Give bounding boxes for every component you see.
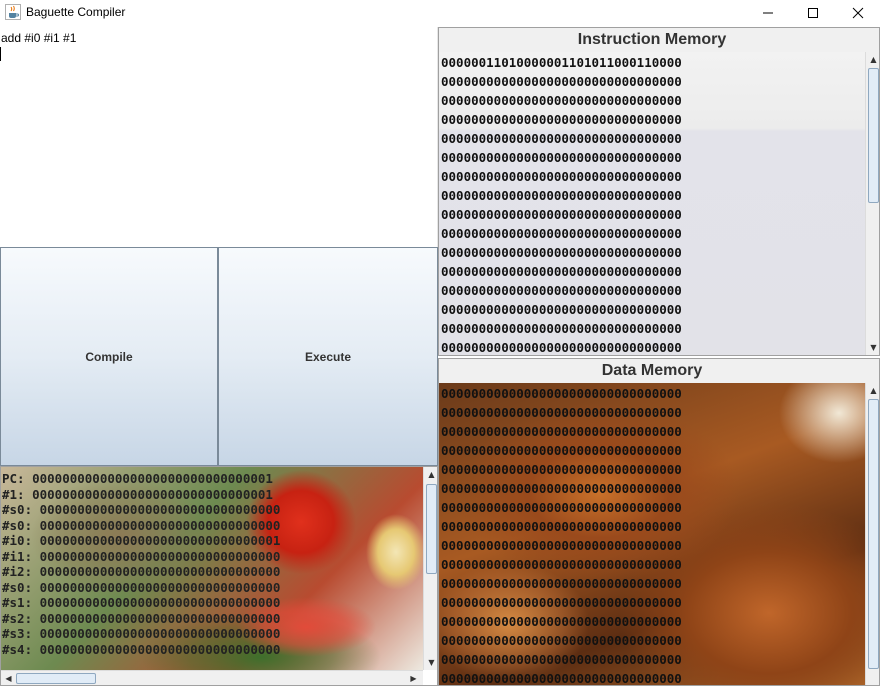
register-line: #1: 00000000000000000000000000000001 (2, 486, 273, 502)
compile-button-label: Compile (85, 349, 133, 364)
instruction-word: 00000000000000000000000000000000 (441, 112, 682, 127)
data-word: 00000000000000000000000000000000 (441, 424, 682, 439)
registers-list: PC: 00000000000000000000000000000001 #1: … (2, 471, 280, 657)
register-line: #s1: 00000000000000000000000000000000 (2, 595, 281, 610)
instruction-memory-view: 00000011010000001101011000110000 00000000… (439, 52, 865, 355)
minimize-icon (763, 12, 773, 13)
data-word: 00000000000000000000000000000000 (441, 633, 682, 648)
source-editor[interactable]: add #i0 #i1 #1 (0, 27, 438, 247)
scroll-down-icon[interactable]: ▼ (424, 655, 437, 670)
data-word: 00000000000000000000000000000000 (441, 462, 682, 477)
register-line: #s0: 00000000000000000000000000000000 (2, 579, 281, 595)
execute-button-label: Execute (304, 349, 352, 364)
register-line: #i2: 00000000000000000000000000000000 (2, 564, 281, 579)
data-word: 00000000000000000000000000000000 (441, 500, 682, 515)
window-title: Baguette Compiler (26, 5, 126, 19)
instruction-word: 00000000000000000000000000000000 (441, 340, 682, 355)
instruction-word: 00000000000000000000000000000000 (441, 264, 682, 279)
register-line: PC: 00000000000000000000000000000001 (2, 471, 273, 486)
data-memory-scroll-thumb[interactable] (868, 399, 879, 669)
register-line: #s0: 00000000000000000000000000000000 (2, 502, 281, 517)
data-word: 00000000000000000000000000000000 (441, 671, 682, 686)
instruction-word: 00000000000000000000000000000000 (441, 302, 682, 317)
registers-panel: PC: 00000000000000000000000000000001 #1: … (0, 466, 438, 686)
data-memory-scrollbar[interactable]: ▲ (865, 383, 879, 685)
compile-button[interactable]: Compile (0, 247, 218, 466)
instruction-word: 00000000000000000000000000000000 (441, 188, 682, 203)
close-icon (852, 7, 864, 18)
scroll-up-icon[interactable]: ▲ (866, 52, 879, 67)
scroll-right-icon[interactable]: ▶ (406, 671, 421, 685)
data-word: 00000000000000000000000000000000 (441, 405, 682, 420)
registers-vertical-scrollbar[interactable]: ▲ ▼ (423, 467, 437, 670)
registers-horizontal-scrollbar[interactable]: ◀ ▶ (1, 670, 423, 685)
register-line: #s4: 00000000000000000000000000000000 (2, 641, 281, 657)
maximize-button[interactable] (790, 0, 836, 25)
data-word: 00000000000000000000000000000000 (441, 386, 682, 401)
instruction-memory-scrollbar[interactable]: ▲ ▼ (865, 52, 879, 355)
data-word: 00000000000000000000000000000000 (441, 652, 682, 667)
register-line: #s0: 00000000000000000000000000000000 (2, 517, 281, 533)
close-button[interactable] (835, 0, 881, 25)
data-memory-panel: Data Memory 0000000000000000000000000000… (438, 358, 880, 686)
register-line: #s2: 00000000000000000000000000000000 (2, 610, 281, 626)
instruction-word: 00000000000000000000000000000000 (441, 131, 682, 146)
instruction-word: 00000000000000000000000000000000 (441, 93, 682, 108)
register-line: #i0: 00000000000000000000000000000001 (2, 533, 281, 548)
data-word: 00000000000000000000000000000000 (441, 519, 682, 534)
data-memory-words: 00000000000000000000000000000000 00000000… (441, 384, 682, 686)
minimize-button[interactable] (745, 0, 791, 25)
data-word: 00000000000000000000000000000000 (441, 576, 682, 591)
instruction-word: 00000000000000000000000000000000 (441, 207, 682, 222)
scroll-up-icon[interactable]: ▲ (424, 467, 437, 482)
instruction-memory-title: Instruction Memory (577, 31, 727, 48)
instruction-word: 00000000000000000000000000000000 (441, 169, 682, 184)
instruction-word: 00000000000000000000000000000000 (441, 245, 682, 260)
java-coffee-icon (5, 4, 21, 20)
instruction-word: 00000000000000000000000000000000 (441, 321, 682, 336)
register-line: #s3: 00000000000000000000000000000000 (2, 626, 281, 641)
instruction-memory-words: 00000011010000001101011000110000 00000000… (441, 53, 682, 355)
registers-vscroll-thumb[interactable] (426, 484, 437, 574)
register-line: #i1: 00000000000000000000000000000000 (2, 548, 281, 564)
instruction-memory-scroll-thumb[interactable] (868, 68, 879, 203)
data-word: 00000000000000000000000000000000 (441, 481, 682, 496)
scroll-up-icon[interactable]: ▲ (866, 383, 879, 398)
instruction-word: 00000000000000000000000000000000 (441, 226, 682, 241)
data-word: 00000000000000000000000000000000 (441, 614, 682, 629)
instruction-word: 00000000000000000000000000000000 (441, 74, 682, 89)
data-word: 00000000000000000000000000000000 (441, 538, 682, 553)
data-word: 00000000000000000000000000000000 (441, 595, 682, 610)
text-caret (0, 47, 1, 61)
registers-hscroll-thumb[interactable] (16, 673, 96, 684)
data-word: 00000000000000000000000000000000 (441, 443, 682, 458)
instruction-word: 00000000000000000000000000000000 (441, 283, 682, 298)
execute-button[interactable]: Execute (218, 247, 438, 466)
data-word: 00000000000000000000000000000000 (441, 557, 682, 572)
scroll-down-icon[interactable]: ▼ (866, 340, 879, 355)
maximize-icon (808, 7, 818, 18)
source-code: add #i0 #i1 #1 (1, 31, 77, 45)
data-memory-view: 00000000000000000000000000000000 00000000… (439, 383, 865, 686)
instruction-word: 00000000000000000000000000000000 (441, 150, 682, 165)
instruction-memory-panel: Instruction Memory 000000110100000011010… (438, 27, 880, 356)
data-memory-title: Data Memory (601, 362, 703, 379)
title-bar: Baguette Compiler (0, 0, 883, 25)
instruction-word: 00000011010000001101011000110000 (441, 55, 682, 70)
scroll-left-icon[interactable]: ◀ (1, 671, 16, 685)
